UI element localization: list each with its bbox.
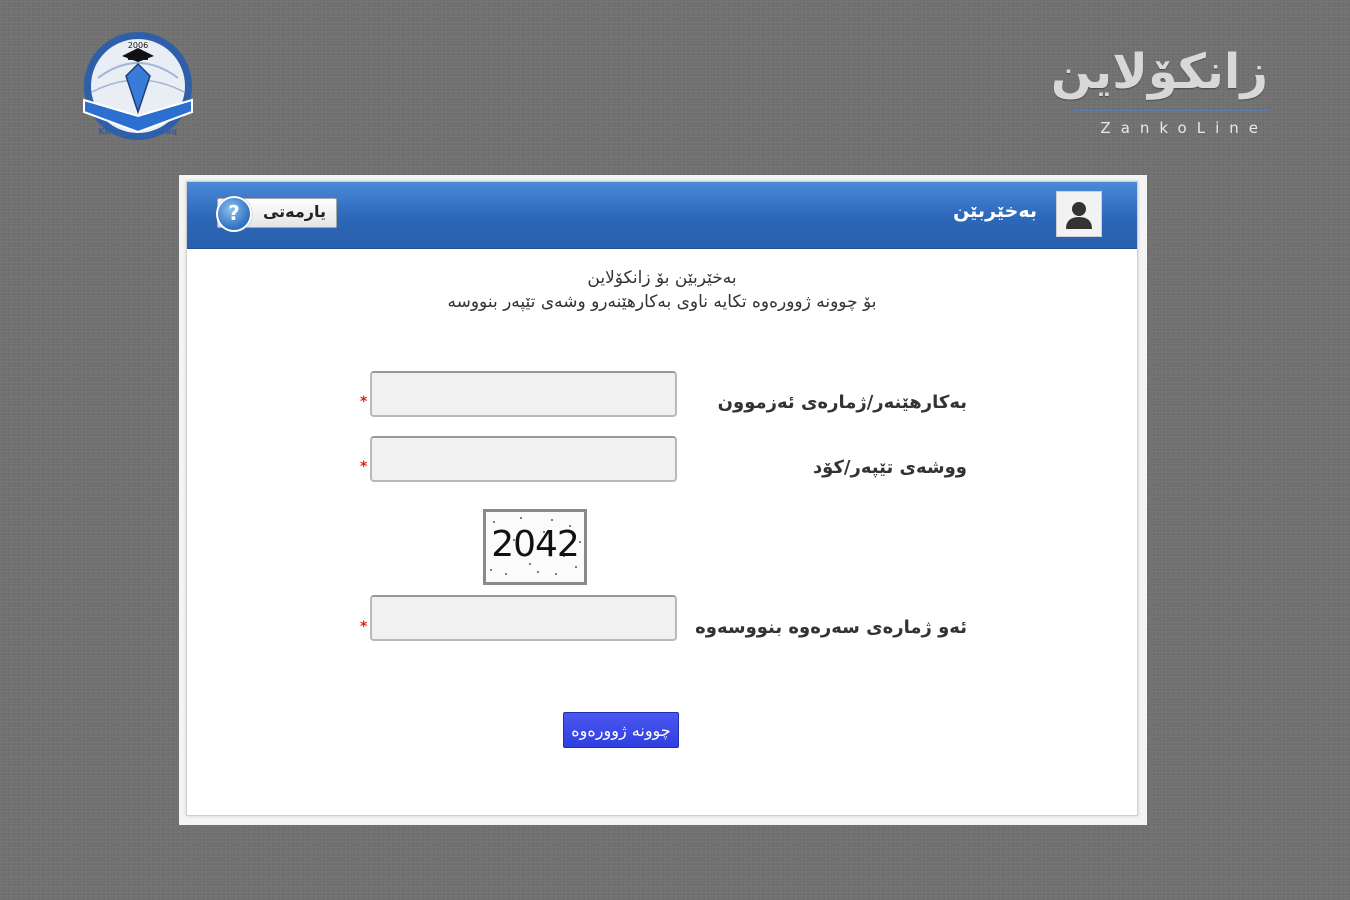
help-button[interactable]: یارمەتی ?: [216, 196, 337, 232]
brand-subtitle: ZankoLine: [1100, 119, 1268, 137]
username-input[interactable]: [370, 371, 677, 417]
brand: زانکۆلاین ZankoLine: [1050, 40, 1268, 137]
logo-emblem-icon: 2006 KRG Iraq: [83, 32, 193, 140]
logo-right-text: Iraq: [159, 127, 177, 136]
login-button[interactable]: چوونە ژوورەوە: [563, 712, 679, 748]
panel-header: بەخێربێن یارمەتی ?: [187, 182, 1137, 249]
captcha-image: 2042: [483, 509, 587, 585]
logo-year: 2006: [128, 41, 148, 50]
login-panel-frame: بەخێربێن یارمەتی ? بەخێربێن بۆ زانکۆلاین…: [179, 175, 1147, 825]
login-panel: بەخێربێن یارمەتی ? بەخێربێن بۆ زانکۆلاین…: [186, 181, 1138, 816]
ministry-logo: 2006 KRG Iraq: [62, 28, 214, 152]
captcha-label: ئەو ژمارەی سەرەوە بنووسەوە: [695, 617, 967, 638]
password-required-mark: *: [360, 459, 368, 475]
welcome-message: بەخێربێن بۆ زانکۆلاین بۆ چوونە ژوورەوە ت…: [187, 266, 1137, 314]
username-label: بەکارهێنەر/ژمارەی ئەزموون: [717, 392, 967, 413]
brand-title: زانکۆلاین: [1050, 44, 1268, 100]
welcome-line-1: بەخێربێن بۆ زانکۆلاین: [587, 268, 737, 288]
captcha-code: 2042: [491, 524, 580, 565]
user-avatar: [1056, 191, 1102, 237]
brand-divider: [1074, 110, 1268, 111]
help-button-label: یارمەتی: [262, 202, 326, 221]
logo-left-text: KRG: [99, 127, 118, 136]
password-label: ووشەی تێپەر/کۆد: [812, 457, 967, 478]
help-icon[interactable]: ?: [216, 196, 252, 232]
username-required-mark: *: [360, 394, 368, 410]
captcha-required-mark: *: [360, 619, 368, 635]
password-input[interactable]: [370, 436, 677, 482]
captcha-input[interactable]: [370, 595, 677, 641]
header-title: بەخێربێن: [953, 200, 1037, 222]
welcome-line-2: بۆ چوونە ژوورەوە تکایە ناوی بەکارهێنەرو …: [447, 292, 877, 312]
user-icon: [1066, 202, 1092, 229]
